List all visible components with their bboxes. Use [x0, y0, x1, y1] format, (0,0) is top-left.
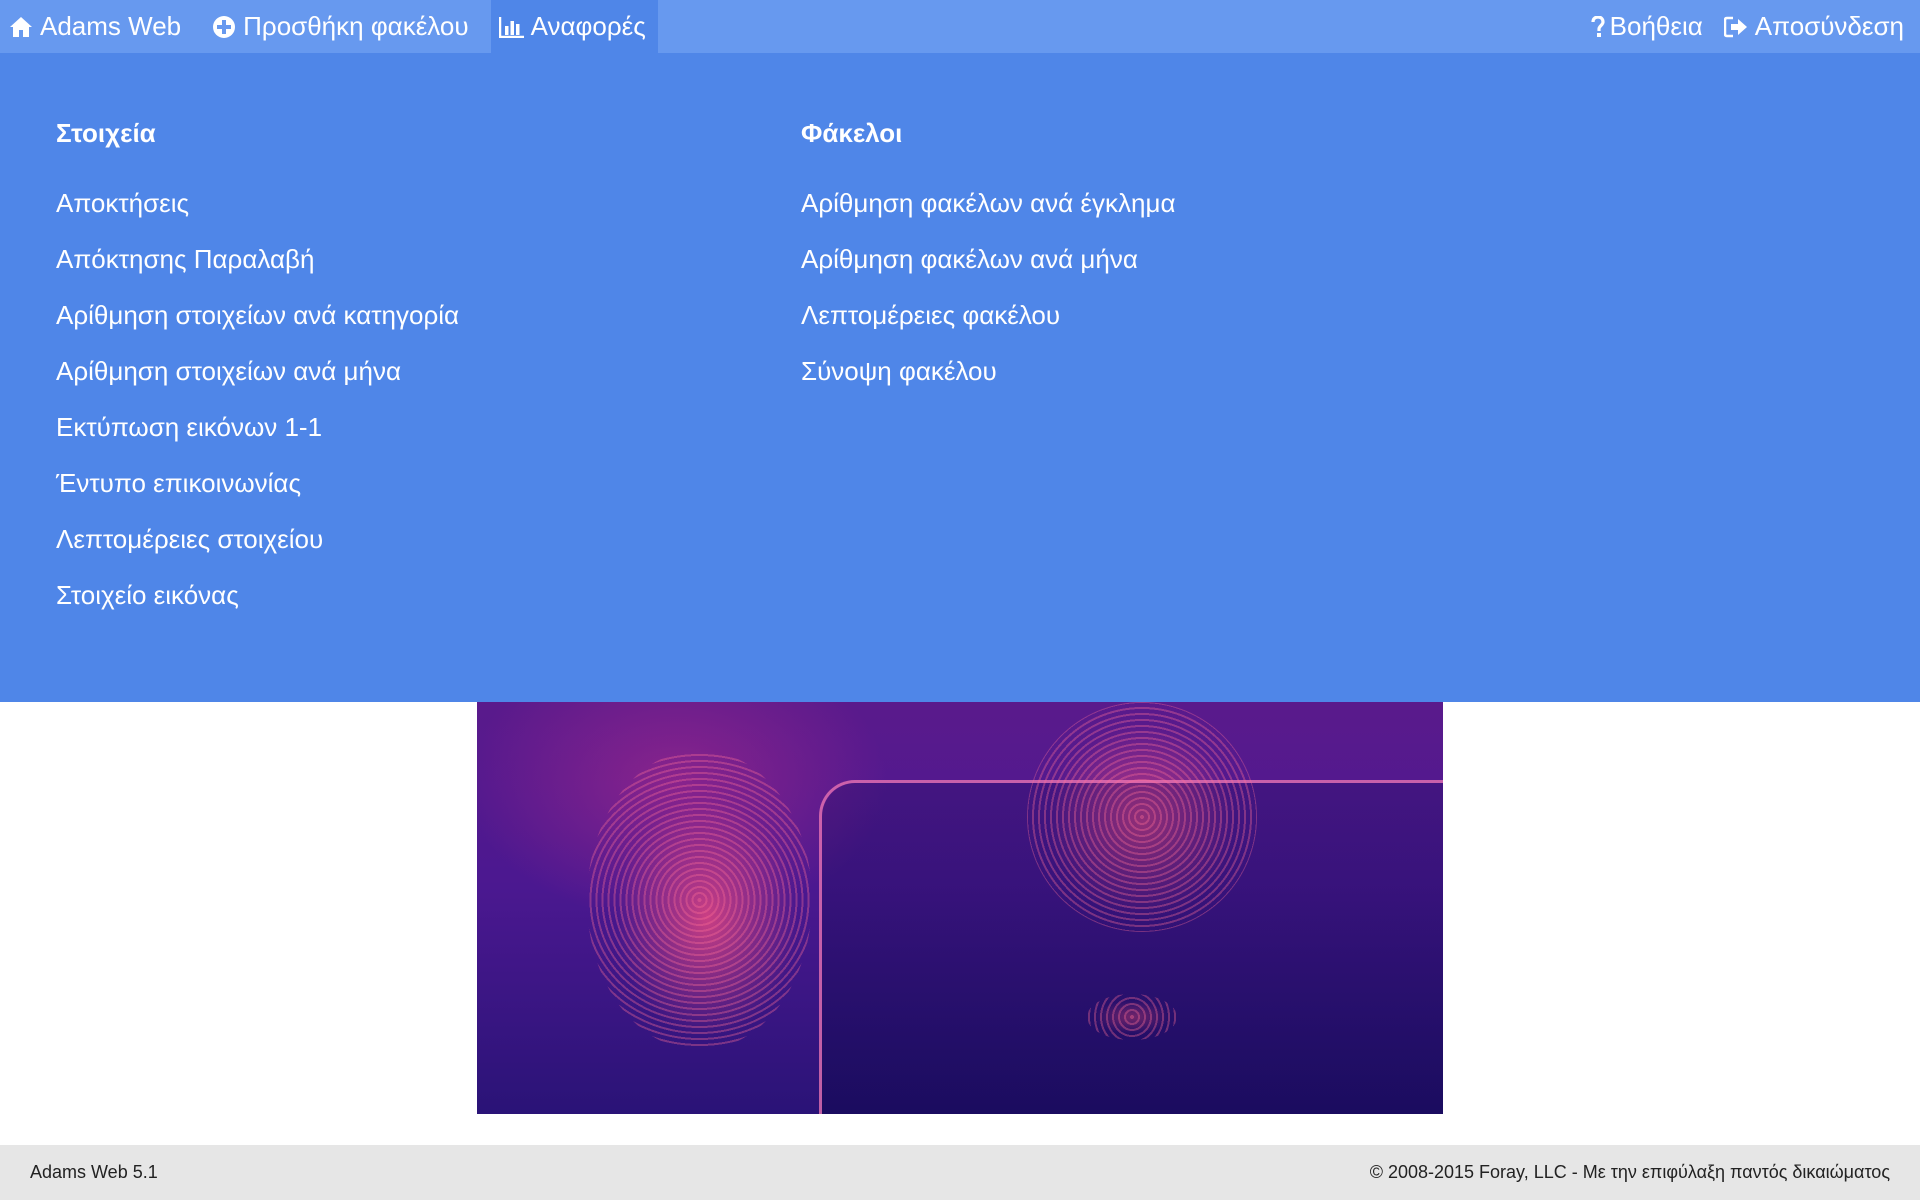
- report-link-cases-by-month[interactable]: Αρίθμηση φακέλων ανά μήνα: [801, 231, 1501, 287]
- report-link-item-image[interactable]: Στοιχείο εικόνας: [56, 567, 756, 623]
- reports-menu-button[interactable]: Αναφορές: [490, 0, 658, 53]
- help-label: Βοήθεια: [1609, 11, 1703, 41]
- top-navbar: Adams Web Προσθήκη φακέλου Αναφορές Βοήθ…: [0, 0, 1920, 53]
- add-case-label: Προσθήκη φακέλου: [243, 11, 469, 41]
- footer-version: Adams Web 5.1: [30, 1162, 158, 1182]
- report-link-items-by-category[interactable]: Αρίθμηση στοιχείων ανά κατηγορία: [56, 287, 756, 343]
- footer-copyright: © 2008-2015 Foray, LLC - Με την επιφύλαξ…: [1369, 1162, 1890, 1182]
- report-link-cases-by-crime[interactable]: Αρίθμηση φακέλων ανά έγκλημα: [801, 175, 1501, 231]
- add-case-link[interactable]: Προσθήκη φακέλου: [203, 0, 490, 53]
- navbar-right: Βοήθεια Αποσύνδεση: [1582, 0, 1920, 53]
- navbar-left: Adams Web Προσθήκη φακέλου Αναφορές: [0, 0, 658, 53]
- report-link-items-by-month[interactable]: Αρίθμηση στοιχείων ανά μήνα: [56, 343, 756, 399]
- question-icon: [1590, 14, 1606, 40]
- cases-section-heading: Φάκελοι: [801, 118, 903, 148]
- home-icon: [8, 14, 34, 40]
- cases-report-list: Αρίθμηση φακέλων ανά έγκλημα Αρίθμηση φα…: [801, 175, 1501, 399]
- report-link-item-details[interactable]: Λεπτομέρειες στοιχείου: [56, 511, 756, 567]
- items-report-list: Αποκτήσεις Απόκτησης Παραλαβή Αρίθμηση σ…: [56, 175, 756, 623]
- page-footer: Adams Web 5.1 © 2008-2015 Foray, LLC - Μ…: [0, 1145, 1920, 1200]
- report-link-case-summary[interactable]: Σύνοψη φακέλου: [801, 343, 1501, 399]
- report-link-contact-form[interactable]: Έντυπο επικοινωνίας: [56, 455, 756, 511]
- report-link-acquisition-receipt[interactable]: Απόκτησης Παραλαβή: [56, 231, 756, 287]
- logout-label: Αποσύνδεση: [1754, 11, 1904, 41]
- plus-circle-icon: [211, 14, 237, 40]
- help-link[interactable]: Βοήθεια: [1582, 0, 1715, 53]
- report-link-case-details[interactable]: Λεπτομέρειες φακέλου: [801, 287, 1501, 343]
- reports-label: Αναφορές: [530, 11, 646, 41]
- fingerprint-right: [1027, 702, 1257, 932]
- sign-out-icon: [1723, 14, 1749, 40]
- fingerprint-partial: [1087, 994, 1177, 1040]
- items-reports-column: Στοιχεία Αποκτήσεις Απόκτησης Παραλαβή Α…: [56, 113, 756, 623]
- fingerprint-left: [587, 750, 812, 1050]
- bar-chart-icon: [498, 14, 525, 40]
- brand-label: Adams Web: [40, 11, 182, 41]
- logout-link[interactable]: Αποσύνδεση: [1715, 0, 1920, 53]
- reports-dropdown-panel: Στοιχεία Αποκτήσεις Απόκτησης Παραλαβή Α…: [0, 53, 1920, 702]
- items-section-heading: Στοιχεία: [56, 118, 156, 148]
- report-link-print-images[interactable]: Εκτύπωση εικόνων 1-1: [56, 399, 756, 455]
- cases-reports-column: Φάκελοι Αρίθμηση φακέλων ανά έγκλημα Αρί…: [801, 113, 1501, 399]
- brand-link[interactable]: Adams Web: [0, 0, 203, 53]
- report-link-acquisitions[interactable]: Αποκτήσεις: [56, 175, 756, 231]
- fingerprint-hero-image: [477, 702, 1443, 1114]
